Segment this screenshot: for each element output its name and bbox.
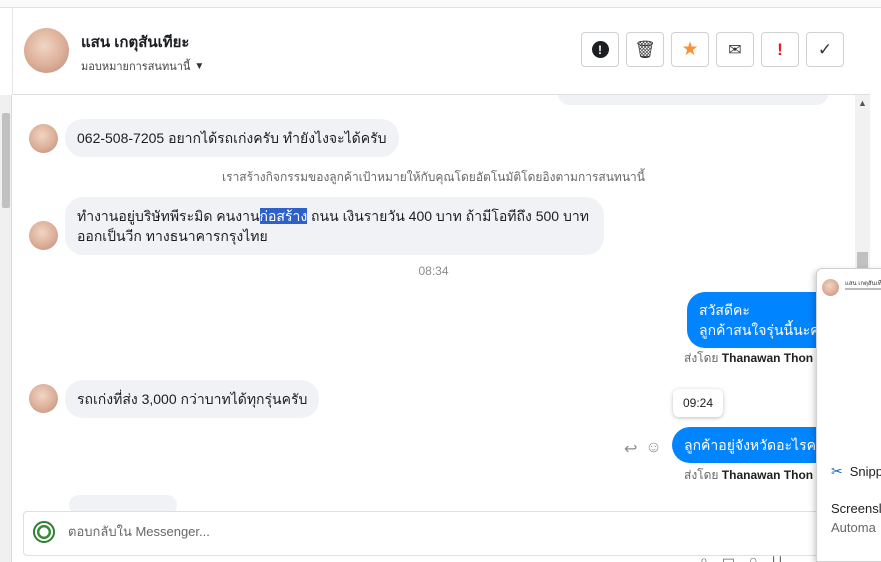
system-note: เราสร้างกิจกรรมของลูกค้าเป้าหมายให้กับคุ… [222, 170, 645, 184]
attach-icon[interactable]: ⌕ [700, 552, 708, 562]
message-text: ลูกค้าสนใจรุ่นนี้นะคะ [699, 322, 828, 338]
conversation-header: แสน เกตุสันเทียะ มอบหมายการสนทนานี้ ▼ ! … [12, 8, 870, 95]
exclamation-icon: ! [777, 39, 783, 59]
snipping-tool-label: ✂ Snipp [831, 463, 881, 479]
scroll-up-arrow-icon[interactable]: ▲ [858, 98, 867, 108]
image-icon[interactable]: ▭ [722, 552, 735, 562]
message-tools: ↩ ☺ [624, 439, 662, 459]
message-bubble-cutoff[interactable] [69, 495, 177, 511]
contact-avatar[interactable] [24, 28, 69, 73]
left-panel-scrollbar[interactable] [0, 95, 12, 562]
notification-desc: Automa [831, 520, 876, 535]
action-toolbar: ! 🗑 ★ ✉ ! ✓ [581, 32, 844, 67]
sender-name: Thanawan Thon [721, 468, 814, 482]
sent-by-label: ส่งโดย Thanawan Thon [684, 351, 814, 365]
contact-name[interactable]: แสน เกตุสันเทียะ [81, 30, 189, 54]
sender-name: Thanawan Thon [721, 351, 814, 365]
incoming-message[interactable]: รถเก่งที่ส่ง 3,000 กว่าบาทได้ทุกรุ่นครับ [65, 380, 320, 418]
assign-label: มอบหมายการสนทนานี้ [81, 61, 191, 73]
incoming-message[interactable]: 062-508-7205 อยากได้รถเก่งครับ ทำยังไงจะ… [65, 119, 399, 157]
selected-text: ก่อสร้าง [259, 208, 308, 224]
reply-icon[interactable]: ↩ [624, 439, 637, 459]
thumbnail-avatar [822, 279, 839, 296]
envelope-icon: ✉ [728, 41, 742, 59]
message-text: สวัสดีคะ [699, 302, 750, 318]
page-logo-icon [33, 521, 55, 543]
message-text: ถนน เงินรายวัน 400 บาท ถ้ามีโอทีถึง 500 … [307, 208, 589, 224]
mark-unread-button[interactable]: ✉ [716, 32, 754, 67]
sender-avatar[interactable] [29, 124, 58, 153]
warning-circle-icon: ! [591, 41, 609, 58]
mark-spam-button[interactable]: ! [581, 32, 619, 67]
follow-up-button[interactable]: ! [761, 32, 799, 67]
message-text: ออกเป็นวีก ทางธนาคารกรุงไทย [77, 228, 268, 244]
message-bubble-cutoff[interactable] [558, 95, 828, 105]
left-scrollbar-thumb[interactable] [2, 113, 10, 208]
assign-conversation-dropdown[interactable]: มอบหมายการสนทนานี้ ▼ [81, 57, 204, 75]
window-top-strip [0, 0, 881, 8]
cart-icon[interactable]: ⊔ [772, 552, 783, 562]
timestamp-tooltip: 09:24 [673, 389, 724, 417]
scissors-icon: ✂ [831, 463, 843, 479]
emoji-icon[interactable]: ○ [749, 552, 757, 562]
sent-by-label: ส่งโดย Thanawan Thon [684, 468, 814, 482]
message-text: ทำงานอยู่บริษัทพีระมิด คนงาน [77, 208, 260, 224]
star-button[interactable]: ★ [671, 32, 709, 67]
caret-down-icon: ▼ [194, 60, 205, 72]
delete-button[interactable]: 🗑 [626, 32, 664, 67]
notification-title: Screensl [831, 501, 881, 516]
incoming-message[interactable]: ทำงานอยู่บริษัทพีระมิด คนงานก่อสร้าง ถนน… [65, 197, 604, 255]
mark-done-button[interactable]: ✓ [806, 32, 844, 67]
composer-tools: ⌕ ▭ ○ ⊔ [700, 552, 782, 562]
trash-icon: 🗑 [634, 39, 656, 59]
message-thread[interactable]: 062-508-7205 อยากได้รถเก่งครับ ทำยังไงจะ… [12, 95, 855, 511]
reply-composer [23, 511, 843, 556]
reply-input[interactable] [68, 524, 568, 539]
emoji-react-icon[interactable]: ☺ [645, 439, 661, 459]
screenshot-notification-popup[interactable]: แสน เกตุสันเทียะ ✂ Snipp Screensl Automa [816, 268, 881, 562]
sender-avatar[interactable] [29, 384, 58, 413]
check-icon: ✓ [817, 39, 833, 59]
star-icon: ★ [681, 39, 699, 60]
thumbnail-name: แสน เกตุสันเทียะ [845, 281, 881, 287]
timestamp-separator: 08:34 [418, 264, 449, 278]
thumbnail-line [845, 288, 881, 290]
sender-avatar[interactable] [29, 221, 58, 250]
